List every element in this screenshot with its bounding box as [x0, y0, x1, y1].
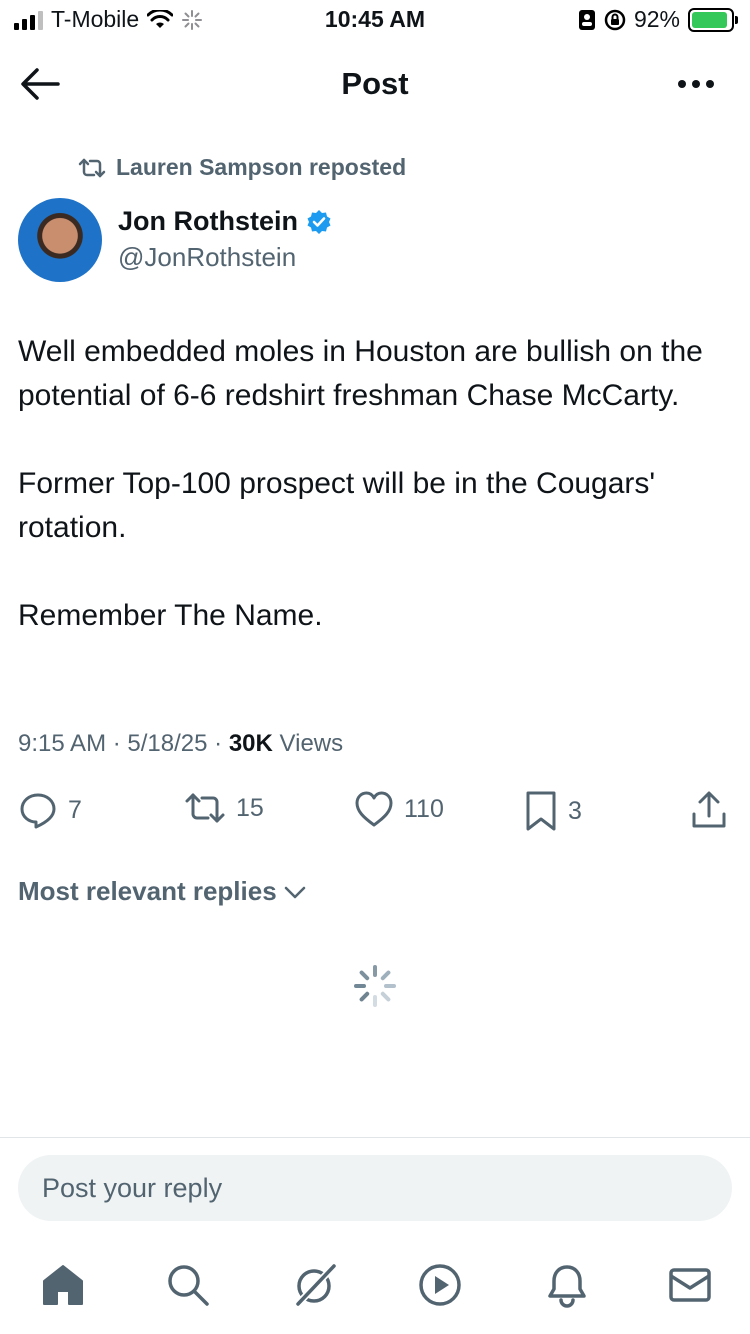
nav-messages[interactable]: [665, 1260, 715, 1310]
replies-sort-label: Most relevant replies: [18, 876, 277, 906]
battery-fill: [692, 11, 727, 28]
like-button[interactable]: 110: [354, 790, 444, 828]
status-right: 92%: [578, 6, 738, 33]
reply-input[interactable]: [18, 1155, 732, 1221]
bookmark-button[interactable]: 3: [524, 790, 582, 832]
repost-icon: [78, 158, 106, 177]
chevron-down-icon: [284, 886, 305, 898]
replies-sort-dropdown[interactable]: Most relevant replies: [18, 876, 307, 907]
verified-badge-icon: [307, 209, 331, 234]
page-title: Post: [341, 66, 409, 101]
divider: [0, 1137, 750, 1138]
meta-separator: ·: [214, 730, 223, 757]
repost-button[interactable]: 15: [184, 790, 264, 826]
post-text: Well embedded moles in Houston are bulli…: [18, 335, 703, 632]
author-name: Jon Rothstein: [118, 206, 298, 236]
repost-icon: [185, 793, 225, 823]
search-icon: [168, 1265, 209, 1306]
repost-count: 15: [236, 793, 264, 822]
avatar[interactable]: [18, 198, 102, 282]
loading-spinner-icon: [354, 965, 396, 1007]
reply-button[interactable]: 7: [18, 790, 82, 830]
like-count: 110: [404, 794, 444, 823]
share-icon: [692, 791, 726, 828]
rotation-lock-icon: [604, 9, 626, 30]
post-header: Post: [0, 52, 750, 116]
messages-icon: [669, 1268, 711, 1302]
author-handle[interactable]: @JonRothstein: [118, 242, 296, 273]
nav-video[interactable]: [415, 1260, 465, 1310]
post-time: 9:15 AM: [18, 730, 107, 757]
more-icon: [678, 80, 686, 88]
repost-attribution[interactable]: Lauren Sampson reposted: [78, 154, 406, 181]
meta-separator: ·: [112, 730, 121, 757]
views-label[interactable]: Views: [280, 730, 344, 757]
home-icon: [43, 1265, 83, 1305]
bookmark-count: 3: [568, 796, 582, 825]
nav-search[interactable]: [163, 1260, 213, 1310]
status-bar: T-Mobile 10:45 AM 92%: [0, 0, 750, 40]
views-count[interactable]: 30K: [229, 730, 273, 757]
nav-grok[interactable]: [290, 1260, 340, 1310]
heart-icon: [355, 791, 393, 827]
author-name-row[interactable]: Jon Rothstein: [118, 206, 332, 237]
portrait-lock-icon: [578, 9, 595, 30]
reply-icon: [20, 793, 56, 829]
share-button[interactable]: [690, 790, 728, 830]
battery-charging-icon: [688, 7, 738, 32]
action-bar: 7 15 110 3: [0, 790, 750, 836]
post-date: 5/18/25: [127, 730, 208, 757]
battery-percent: 92%: [633, 6, 680, 32]
grok-icon: [293, 1261, 339, 1309]
video-icon: [419, 1264, 461, 1306]
nav-home[interactable]: [38, 1260, 88, 1310]
post-meta: 9:15 AM · 5/18/25 · 30K Views: [18, 730, 343, 758]
repost-text: Lauren Sampson reposted: [116, 154, 407, 180]
bottom-nav: [0, 1260, 750, 1314]
notifications-icon: [548, 1265, 586, 1308]
bookmark-icon: [526, 791, 556, 831]
more-button[interactable]: [678, 80, 714, 88]
reply-count: 7: [68, 795, 82, 824]
nav-notifications[interactable]: [542, 1260, 592, 1310]
